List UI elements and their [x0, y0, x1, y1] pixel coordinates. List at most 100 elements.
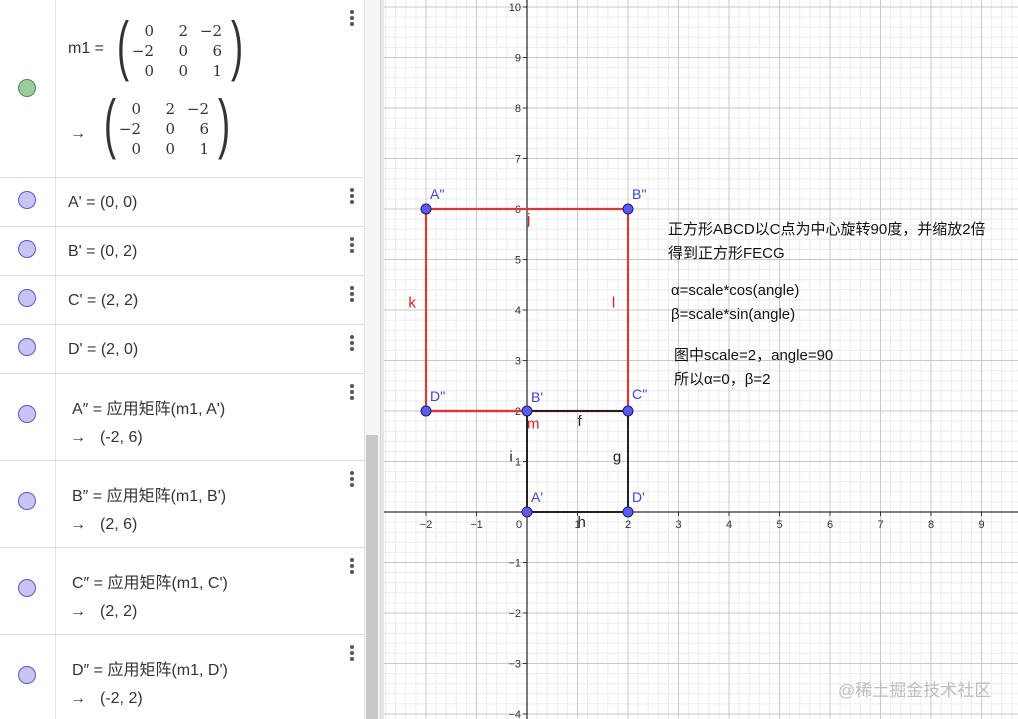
- matrix-definition-cell: 0: [178, 62, 188, 80]
- segment-label-f: f: [578, 413, 583, 430]
- more-options-icon[interactable]: [350, 645, 354, 663]
- matrix-definition-cell: −2: [199, 22, 222, 40]
- marker-column: [0, 276, 56, 324]
- more-options-icon[interactable]: [350, 558, 354, 576]
- matrix-output-cell: 2: [165, 100, 175, 118]
- derived-a-value: (-2, 6): [100, 429, 143, 446]
- visibility-toggle-c-prime[interactable]: [18, 289, 36, 307]
- marker-column: [0, 374, 56, 460]
- red-square-polygon[interactable]: [424, 207, 630, 413]
- x-tick-label: 3: [675, 519, 681, 531]
- visibility-toggle-d-prime[interactable]: [18, 338, 36, 356]
- point-b2[interactable]: [622, 203, 634, 215]
- y-tick-label: −2: [508, 608, 521, 620]
- algebra-row-c-prime[interactable]: C' = (2, 2): [0, 276, 364, 325]
- segment-label-m: m: [527, 416, 540, 433]
- more-options-icon[interactable]: [350, 286, 354, 304]
- output-arrow-icon: →: [70, 690, 86, 707]
- point-label-b2: B'': [632, 186, 647, 202]
- visibility-toggle-d-double-prime[interactable]: [18, 666, 36, 684]
- algebra-row-b-double-prime[interactable]: B″ = 应用矩阵(m1, B') → (2, 6): [0, 461, 364, 548]
- segment-label-g: g: [613, 449, 621, 466]
- segment-label-k: k: [408, 294, 416, 311]
- x-tick-label: 0: [516, 519, 522, 531]
- point-label-a1: A': [531, 489, 543, 505]
- more-options-icon[interactable]: [350, 188, 354, 206]
- marker-column: [0, 227, 56, 275]
- more-options-icon[interactable]: [350, 237, 354, 255]
- y-tick-label: 7: [515, 154, 521, 166]
- marker-column: [0, 635, 56, 719]
- watermark: @稀土掘金技术社区: [838, 681, 992, 700]
- x-tick-label: 9: [978, 519, 984, 531]
- x-tick-label: 8: [928, 519, 934, 531]
- algebra-row-d-prime[interactable]: D' = (2, 0): [0, 325, 364, 374]
- marker-column: [0, 325, 56, 373]
- point-label-a2: A'': [430, 186, 445, 202]
- segment-label-h: h: [578, 514, 586, 531]
- x-tick-label: 2: [625, 519, 631, 531]
- derived-d-definition: D″ = 应用矩阵(m1, D'): [72, 662, 228, 679]
- segment-label-i: i: [509, 449, 512, 466]
- y-tick-label: 8: [515, 103, 521, 115]
- algebra-row-a-prime[interactable]: A' = (0, 0): [0, 178, 364, 227]
- point-c-prime-text: C' = (2, 2): [68, 292, 139, 309]
- x-tick-label: 6: [827, 519, 833, 531]
- point-label-d1: D': [632, 489, 645, 505]
- y-tick-label: 10: [509, 2, 521, 14]
- visibility-toggle-c-double-prime[interactable]: [18, 579, 36, 597]
- matrix-definition-cell: 0: [144, 22, 154, 40]
- matrix-output: (0 2 −2 −2 0 6 0 0 1): [104, 90, 235, 160]
- algebra-scrollbar-thumb[interactable]: [366, 435, 378, 719]
- visibility-toggle-b-double-prime[interactable]: [18, 492, 36, 510]
- derived-c-definition: C″ = 应用矩阵(m1, C'): [72, 575, 228, 592]
- visibility-toggle-b-prime[interactable]: [18, 240, 36, 258]
- segment-label-l: l: [612, 294, 615, 311]
- point-b1[interactable]: [521, 405, 533, 417]
- visibility-toggle-a-double-prime[interactable]: [18, 405, 36, 423]
- x-tick-label: −2: [420, 519, 433, 531]
- derived-b-definition: B″ = 应用矩阵(m1, B'): [72, 488, 227, 505]
- algebra-row-a-double-prime[interactable]: A″ = 应用矩阵(m1, A') → (-2, 6): [0, 374, 364, 461]
- derived-d-value: (-2, 2): [100, 690, 143, 707]
- matrix-m1-row[interactable]: m1 = (0 2 −2 −2 0 6 0 0 1) → (0 2 −2 −2 0 6 0 0 1): [0, 0, 364, 178]
- matrix-output-cell: 1: [199, 140, 209, 158]
- x-tick-label: −1: [470, 519, 483, 531]
- algebra-row-c-double-prime[interactable]: C″ = 应用矩阵(m1, C') → (2, 2): [0, 548, 364, 635]
- y-tick-label: −3: [508, 659, 521, 671]
- matrix-output-cell: 6: [199, 120, 209, 138]
- y-tick-label: −1: [508, 558, 521, 570]
- x-tick-label: 4: [726, 519, 732, 531]
- y-tick-label: 9: [515, 53, 521, 65]
- point-label-c2: C'': [632, 386, 647, 402]
- point-b-prime-text: B' = (0, 2): [68, 243, 138, 260]
- point-a2[interactable]: [420, 203, 432, 215]
- more-options-icon[interactable]: [350, 10, 354, 28]
- marker-column: [0, 548, 56, 634]
- matrix-definition-cell: −2: [131, 42, 154, 60]
- more-options-icon[interactable]: [350, 384, 354, 402]
- algebra-row-b-prime[interactable]: B' = (0, 2): [0, 227, 364, 276]
- output-arrow-icon: →: [70, 516, 86, 533]
- visibility-toggle-a-prime[interactable]: [18, 191, 36, 209]
- matrix-output-cell: 0: [165, 120, 175, 138]
- visibility-toggle-m1[interactable]: [18, 79, 36, 97]
- y-tick-label: 1: [515, 457, 521, 469]
- matrix-output-cell: 0: [131, 140, 141, 158]
- algebra-row-d-double-prime[interactable]: D″ = 应用矩阵(m1, D') → (-2, 2): [0, 635, 364, 719]
- more-options-icon[interactable]: [350, 471, 354, 489]
- marker-column: [0, 178, 56, 226]
- geometry-shapes[interactable]: A'' B'' C'' D'' A' B' D' j k l m f g h i: [408, 186, 647, 531]
- note-line-1: 正方形ABCD以C点为中心旋转90度，并缩放2倍: [668, 221, 986, 238]
- marker-column: [0, 0, 56, 177]
- matrix-output-cell: −2: [118, 120, 141, 138]
- point-c2[interactable]: [622, 405, 634, 417]
- note-line-4: β=scale*sin(angle): [671, 306, 796, 323]
- output-arrow-icon: →: [70, 603, 86, 620]
- more-options-icon[interactable]: [350, 335, 354, 353]
- point-label-b1: B': [531, 389, 543, 405]
- point-d1[interactable]: [622, 506, 634, 518]
- x-tick-label: 5: [776, 519, 782, 531]
- point-a1[interactable]: [521, 506, 533, 518]
- point-d2[interactable]: [420, 405, 432, 417]
